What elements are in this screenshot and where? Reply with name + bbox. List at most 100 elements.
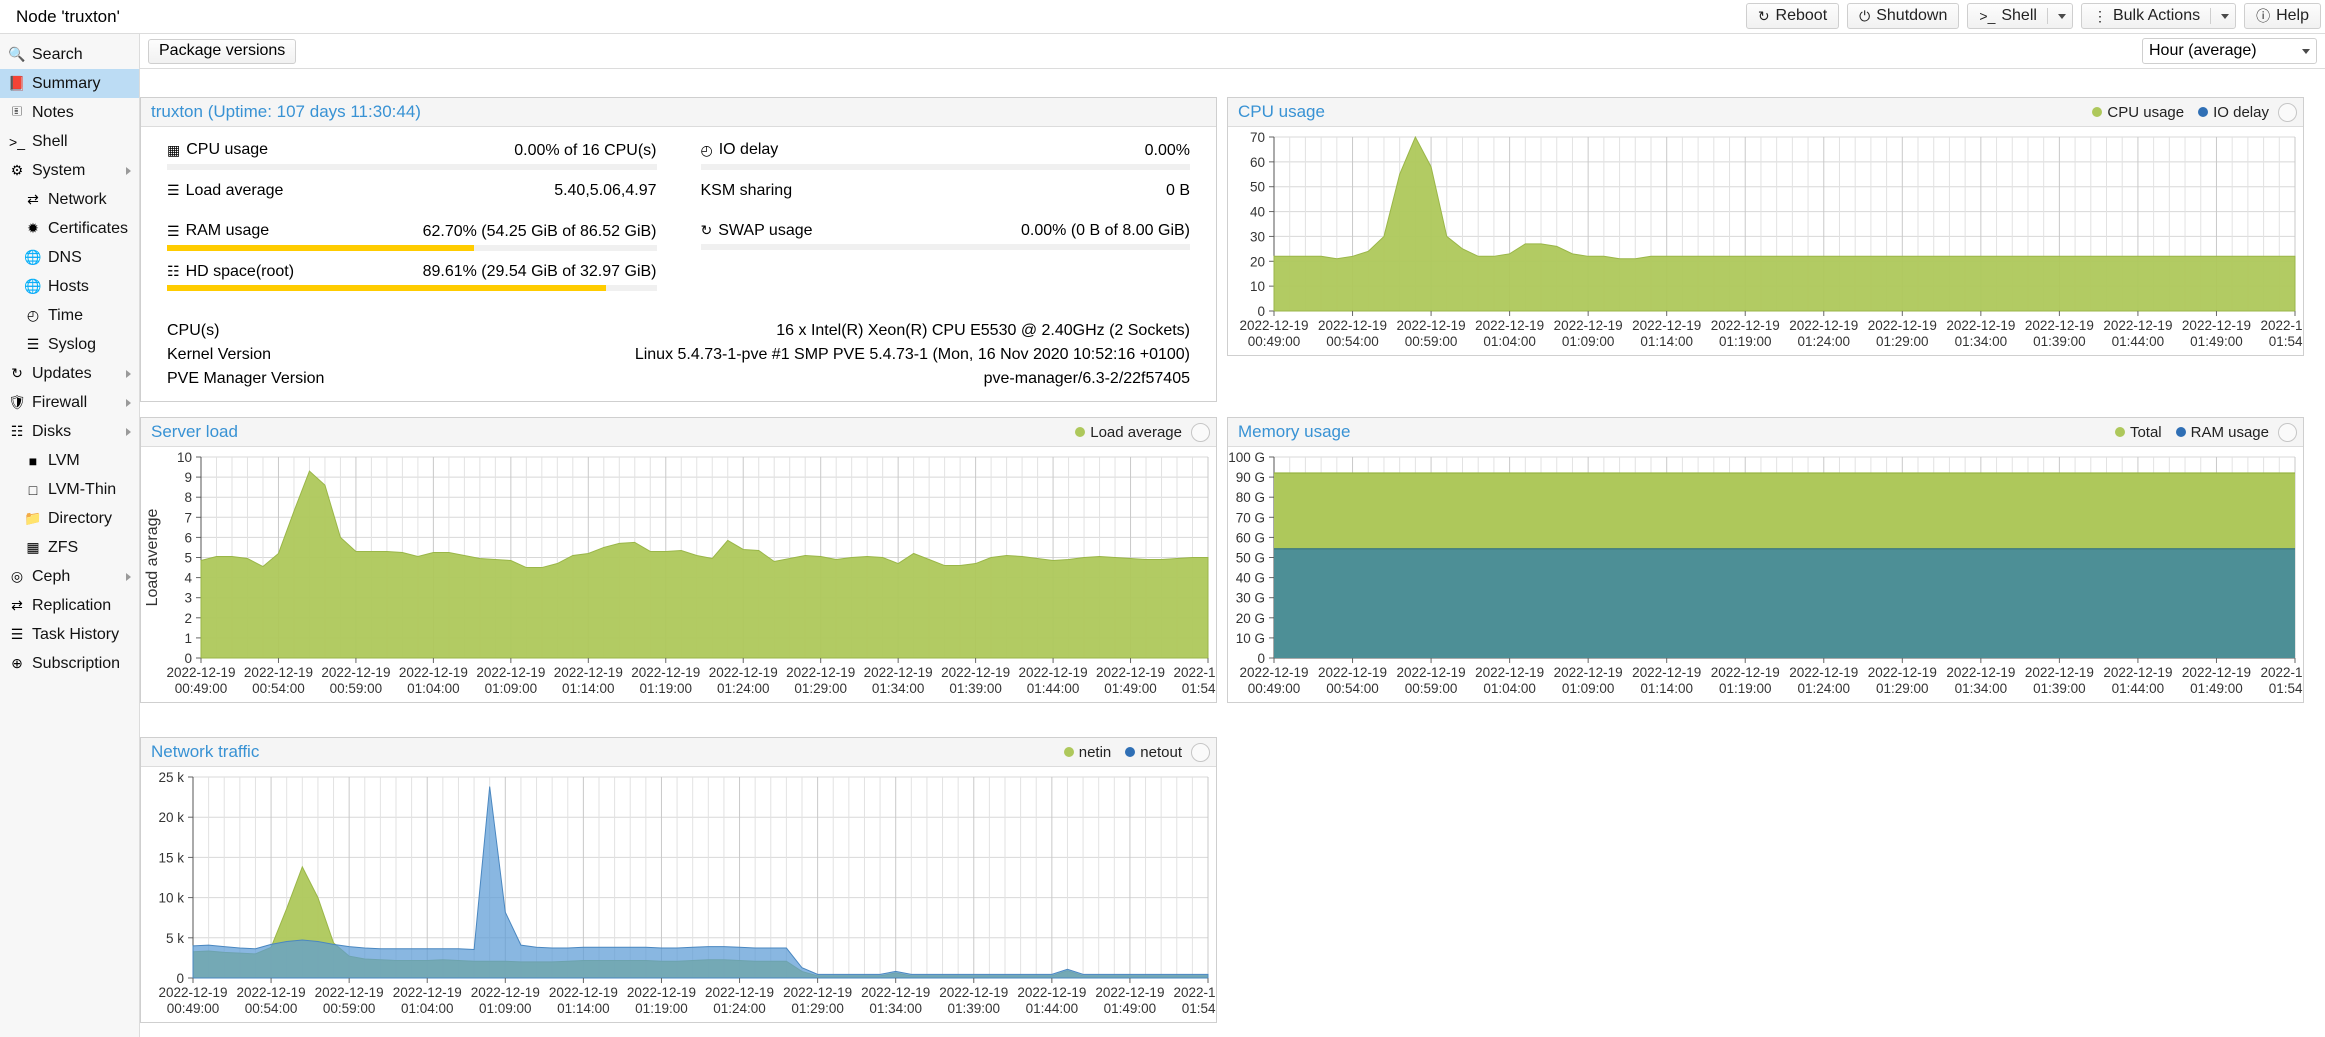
svg-text:0: 0 <box>1257 304 1265 319</box>
expand-arrow-icon[interactable] <box>126 369 131 378</box>
bulk-actions-button[interactable]: ⋮ Bulk Actions <box>2080 3 2237 29</box>
reboot-button[interactable]: ↻ Reboot <box>1745 3 1840 29</box>
svg-text:2022-12-19: 2022-12-19 <box>1789 665 1858 680</box>
expand-arrow-icon[interactable] <box>126 427 131 436</box>
sidebar-item-firewall[interactable]: 🛡 Firewall <box>0 388 139 417</box>
svg-text:2022-12-19: 2022-12-19 <box>399 665 468 680</box>
sidebar-item-certificates[interactable]: ✹ Certificates <box>0 214 139 243</box>
svg-text:01:54:00: 01:54:00 <box>1182 681 1216 696</box>
sidebar-item-summary[interactable]: 📕 Summary <box>0 69 139 98</box>
sidebar-item-search[interactable]: 🔍 Search <box>0 40 139 69</box>
expand-arrow-icon[interactable] <box>126 166 131 175</box>
shell-button[interactable]: >_ Shell <box>1967 3 2073 29</box>
svg-text:2022-12-19: 2022-12-19 <box>1632 665 1701 680</box>
legend-label: CPU usage <box>2107 103 2185 121</box>
sidebar-item-replication[interactable]: ⇄ Replication <box>0 591 139 620</box>
svg-text:01:09:00: 01:09:00 <box>485 681 538 696</box>
sidebar-item-subscription[interactable]: ⊕ Subscription <box>0 649 139 678</box>
sidebar-item-zfs[interactable]: ▦ ZFS <box>0 533 139 562</box>
sidebar-item-label: Search <box>32 45 83 63</box>
svg-text:2022-12-19: 2022-12-19 <box>705 985 774 1000</box>
legend-item[interactable]: Load average <box>1075 424 1182 441</box>
help-button[interactable]: ⓘ Help <box>2244 3 2321 29</box>
sidebar-item-updates[interactable]: ↻ Updates <box>0 359 139 388</box>
svg-text:00:59:00: 00:59:00 <box>1405 681 1458 696</box>
clock-icon: ◴ <box>700 141 713 158</box>
svg-text:01:44:00: 01:44:00 <box>2112 334 2165 349</box>
legend-item[interactable]: IO delay <box>2198 104 2269 121</box>
chevron-down-icon[interactable] <box>2221 13 2230 19</box>
sidebar-item-disks[interactable]: ☷ Disks <box>0 417 139 446</box>
legend-item[interactable]: RAM usage <box>2175 424 2269 441</box>
globe-icon: 🌐 <box>24 249 42 265</box>
content-toolbar: Package versions Hour (average) <box>140 34 2325 69</box>
chevron-down-icon[interactable] <box>2057 13 2066 19</box>
package-versions-button[interactable]: Package versions <box>148 38 297 64</box>
network-traffic-chart[interactable]: 05 k 10 k 15 k 20 k 25 k 2022-12-19 00:49:00 20… <box>141 767 1216 1022</box>
sidebar-item-ceph[interactable]: ◎ Ceph <box>0 562 139 591</box>
legend-item[interactable]: Total <box>2114 424 2162 441</box>
svg-text:01:34:00: 01:34:00 <box>1955 334 2008 349</box>
svg-text:00:59:00: 00:59:00 <box>323 1001 376 1016</box>
legend-item[interactable]: netin <box>1063 744 1111 761</box>
timeframe-select[interactable]: Hour (average) <box>2142 38 2317 64</box>
sidebar-item-notes[interactable]: 🗉 Notes <box>0 98 139 127</box>
status-info-value: 16 x Intel(R) Xeon(R) CPU E5530 @ 2.40GH… <box>776 322 1190 339</box>
expand-arrow-icon[interactable] <box>126 398 131 407</box>
power-icon: ⏻ <box>1859 8 1871 24</box>
network-traffic-panel-menu[interactable] <box>1191 742 1210 762</box>
sidebar-item-shell[interactable]: >_ Shell <box>0 127 139 156</box>
svg-text:01:29:00: 01:29:00 <box>1876 334 1929 349</box>
sidebar-item-hosts[interactable]: 🌐 Hosts <box>0 272 139 301</box>
sidebar-item-system[interactable]: ⚙ System <box>0 156 139 185</box>
sidebar-item-lvm[interactable]: ■ LVM <box>0 446 139 475</box>
status-column-left: ▦ CPU usage 0.00% of 16 CPU(s) ☰ Load averag… <box>167 141 679 303</box>
server-load-panel-menu[interactable] <box>1191 422 1210 442</box>
status-panel-header: truxton (Uptime: 107 days 11:30:44) <box>141 98 1216 127</box>
legend-color-swatch <box>2175 427 2186 437</box>
memory-usage-chart[interactable]: 0 10 G 20 G 30 G 40 G 50 G 60 G 70 G 80 G 90 G 100… <box>1228 447 2303 702</box>
divider <box>2210 8 2212 24</box>
server-load-chart[interactable]: 0 1 2 3 4 5 6 7 8 9 10 2022-12-19 00:49:00 2022-12-19… <box>141 447 1216 702</box>
sidebar-item-label: ZFS <box>48 538 79 556</box>
svg-text:70: 70 <box>1250 130 1265 145</box>
sidebar-item-directory[interactable]: 📁 Directory <box>0 504 139 533</box>
svg-text:15 k: 15 k <box>158 850 184 865</box>
sidebar-item-lvm-thin[interactable]: □ LVM-Thin <box>0 475 139 504</box>
svg-text:00:49:00: 00:49:00 <box>1248 334 1301 349</box>
note-icon: 🗉 <box>11 102 23 119</box>
sidebar-item-time[interactable]: ◴ Time <box>0 301 139 330</box>
content-area: Package versions Hour (average) truxton … <box>140 34 2325 1037</box>
sidebar-item-dns[interactable]: 🌐 DNS <box>0 243 139 272</box>
network-traffic-header: Network traffic netin netout <box>141 738 1216 767</box>
expand-arrow-icon[interactable] <box>126 572 131 581</box>
status-row-progress <box>167 244 657 251</box>
shutdown-button[interactable]: ⏻ Shutdown <box>1847 3 1960 29</box>
server-load-title: Server load <box>151 422 238 441</box>
legend-label: IO delay <box>2213 103 2269 121</box>
sidebar-item-syslog[interactable]: ☰ Syslog <box>0 330 139 359</box>
sidebar-item-network[interactable]: ⇄ Network <box>0 185 139 214</box>
svg-text:00:54:00: 00:54:00 <box>1326 334 1379 349</box>
status-row-label-text: RAM usage <box>185 222 270 239</box>
status-row-value: 0.00% of 16 CPU(s) <box>514 141 657 159</box>
cpu-usage-panel-menu[interactable] <box>2278 102 2297 122</box>
svg-text:40 G: 40 G <box>1236 571 1265 586</box>
svg-text:80 G: 80 G <box>1236 490 1265 505</box>
chevron-down-icon[interactable] <box>2302 48 2310 54</box>
legend-item[interactable]: netout <box>1125 744 1182 761</box>
memory-usage-panel-menu[interactable] <box>2278 422 2297 442</box>
svg-text:2022-12-19: 2022-12-19 <box>476 665 545 680</box>
cpu-usage-chart[interactable]: 0 10 20 30 40 50 60 70 2022-12-19 00:49:00 2022-12… <box>1228 127 2303 355</box>
svg-text:2022-12-19: 2022-12-19 <box>2103 665 2172 680</box>
svg-text:01:54:00: 01:54:00 <box>2269 681 2303 696</box>
terminal-icon: >_ <box>9 133 25 150</box>
svg-text:20 G: 20 G <box>1236 611 1265 626</box>
svg-text:2022-12-19: 2022-12-19 <box>2260 665 2303 680</box>
sidebar-item-task-history[interactable]: ☰ Task History <box>0 620 139 649</box>
svg-text:2022-12-19: 2022-12-19 <box>158 985 227 1000</box>
legend-item[interactable]: CPU usage <box>2092 104 2184 121</box>
status-row-value: 62.70% (54.25 GiB of 86.52 GiB) <box>422 222 657 240</box>
svg-text:2022-12-19: 2022-12-19 <box>1239 318 1308 333</box>
svg-text:2022-12-19: 2022-12-19 <box>1711 665 1780 680</box>
